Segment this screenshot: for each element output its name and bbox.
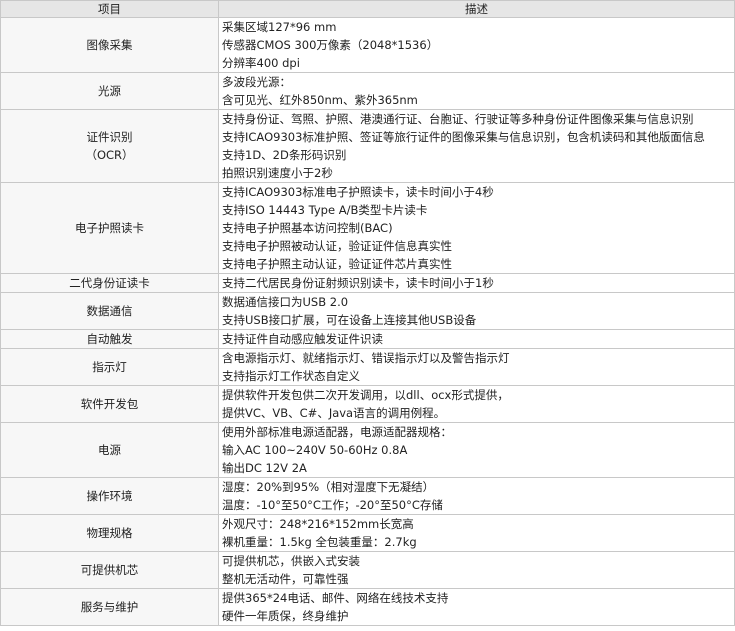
spec-item-label: 证件识别 xyxy=(86,130,133,144)
spec-row: 数据通信 数据通信接口为USB 2.0 支持USB接口扩展，可在设备上连接其他USB… xyxy=(0,292,735,330)
spec-item-label: 指示灯 xyxy=(92,360,127,374)
spec-desc-cell: 多波段光源： 含可见光、红外850nm、紫外365nm xyxy=(218,72,735,110)
spec-desc-line: 可提供机芯，供嵌入式安装 xyxy=(222,554,360,568)
spec-desc-line: 温度：-10°至50°C工作；-20°至50°C存储 xyxy=(222,498,443,512)
spec-row: 光源 多波段光源： 含可见光、红外850nm、紫外365nm xyxy=(0,72,735,110)
spec-desc-line: 硬件一年质保，终身维护 xyxy=(222,609,349,623)
spec-item-label: 服务与维护 xyxy=(80,600,139,614)
spec-desc-line: 采集区域127*96 mm xyxy=(222,20,337,34)
spec-row: 物理规格 外观尺寸：248*216*152mm长宽高 裸机重量：1.5kg 全包装重… xyxy=(0,514,735,552)
spec-item-cell: 证件识别 （OCR） xyxy=(0,109,219,183)
spec-item-cell: 操作环境 xyxy=(0,477,219,515)
spec-desc-cell: 支持身份证、驾照、护照、港澳通行证、台胞证、行驶证等多种身份证件图像采集与信息识… xyxy=(218,109,735,183)
spec-desc-line: 支持证件自动感应触发证件识读 xyxy=(222,332,383,346)
spec-desc-line: 提供365*24电话、邮件、网络在线技术支持 xyxy=(222,591,449,605)
spec-row: 电子护照读卡 支持ICAO9303标准电子护照读卡，读卡时间小于4秒 支持ISO 1… xyxy=(0,182,735,274)
spec-item-label: 物理规格 xyxy=(86,526,133,540)
spec-desc-line: 支持1D、2D条形码识别 xyxy=(222,148,347,162)
spec-desc-line: 含可见光、红外850nm、紫外365nm xyxy=(222,93,418,107)
spec-item-cell: 物理规格 xyxy=(0,514,219,552)
spec-row: 图像采集 采集区域127*96 mm 传感器CMOS 300万像素（2048*153… xyxy=(0,17,735,73)
spec-desc-cell: 湿度：20%到95%（相对湿度下无凝结） 温度：-10°至50°C工作；-20°至… xyxy=(218,477,735,515)
spec-item-cell: 可提供机芯 xyxy=(0,551,219,589)
spec-desc-line: 支持ICAO9303标准电子护照读卡，读卡时间小于4秒 xyxy=(222,185,494,199)
spec-item-cell: 服务与维护 xyxy=(0,588,219,626)
spec-item-label: 二代身份证读卡 xyxy=(69,276,150,290)
spec-item-cell: 自动触发 xyxy=(0,329,219,349)
spec-desc-cell: 提供软件开发包供二次开发调用，以dll、ocx形式提供， 提供VC、VB、C#、J… xyxy=(218,385,735,423)
spec-desc-cell: 外观尺寸：248*216*152mm长宽高 裸机重量：1.5kg 全包装重量：2.… xyxy=(218,514,735,552)
spec-desc-line: 支持身份证、驾照、护照、港澳通行证、台胞证、行驶证等多种身份证件图像采集与信息识… xyxy=(222,112,694,126)
spec-item-label: 自动触发 xyxy=(86,332,133,346)
spec-desc-line: 支持电子护照基本访问控制(BAC) xyxy=(222,221,393,235)
spec-desc-line: 裸机重量：1.5kg 全包装重量：2.7kg xyxy=(222,535,417,549)
spec-desc-line: 整机无活动件，可靠性强 xyxy=(222,572,349,586)
spec-desc-line: 输出DC 12V 2A xyxy=(222,461,307,475)
spec-desc-cell: 支持ICAO9303标准电子护照读卡，读卡时间小于4秒 支持ISO 14443 T… xyxy=(218,182,735,274)
spec-item-cell: 二代身份证读卡 xyxy=(0,273,219,293)
spec-desc-line: 支持电子护照主动认证，验证证件芯片真实性 xyxy=(222,257,452,271)
spec-row: 可提供机芯 可提供机芯，供嵌入式安装 整机无活动件，可靠性强 xyxy=(0,551,735,589)
spec-desc-cell: 含电源指示灯、就绪指示灯、错误指示灯以及警告指示灯 支持指示灯工作状态自定义 xyxy=(218,348,735,386)
spec-desc-line: 拍照识别速度小于2秒 xyxy=(222,166,333,180)
spec-desc-cell: 提供365*24电话、邮件、网络在线技术支持 硬件一年质保，终身维护 xyxy=(218,588,735,626)
header-item: 项目 xyxy=(0,0,219,18)
spec-row: 电源 使用外部标准电源适配器，电源适配器规格： 输入AC 100~240V 50-6… xyxy=(0,422,735,478)
spec-item-label: 软件开发包 xyxy=(80,397,139,411)
spec-desc-cell: 支持证件自动感应触发证件识读 xyxy=(218,329,735,349)
spec-item-cell: 图像采集 xyxy=(0,17,219,73)
spec-desc-cell: 可提供机芯，供嵌入式安装 整机无活动件，可靠性强 xyxy=(218,551,735,589)
spec-item-label: （OCR） xyxy=(85,148,134,162)
spec-desc-line: 使用外部标准电源适配器，电源适配器规格： xyxy=(222,425,452,439)
spec-desc-line: 支持指示灯工作状态自定义 xyxy=(222,369,360,383)
spec-desc-line: 外观尺寸：248*216*152mm长宽高 xyxy=(222,517,414,531)
spec-item-cell: 数据通信 xyxy=(0,292,219,330)
spec-item-label: 操作环境 xyxy=(86,489,133,503)
header-desc: 描述 xyxy=(218,0,735,18)
spec-item-label: 光源 xyxy=(98,84,121,98)
spec-desc-cell: 采集区域127*96 mm 传感器CMOS 300万像素（2048*1536） 分辨… xyxy=(218,17,735,73)
spec-desc-line: 提供软件开发包供二次开发调用，以dll、ocx形式提供， xyxy=(222,388,509,402)
spec-desc-line: 支持USB接口扩展，可在设备上连接其他USB设备 xyxy=(222,313,477,327)
spec-row: 证件识别 （OCR） 支持身份证、驾照、护照、港澳通行证、台胞证、行驶证等多种身份证… xyxy=(0,109,735,183)
spec-desc-line: 输入AC 100~240V 50-60Hz 0.8A xyxy=(222,443,408,457)
spec-desc-line: 支持ISO 14443 Type A/B类型卡片读卡 xyxy=(222,203,428,217)
spec-desc-cell: 使用外部标准电源适配器，电源适配器规格： 输入AC 100~240V 50-60H… xyxy=(218,422,735,478)
spec-desc-line: 支持二代居民身份证射频识别读卡，读卡时间小于1秒 xyxy=(222,276,494,290)
spec-desc-line: 多波段光源： xyxy=(222,75,291,89)
spec-item-cell: 指示灯 xyxy=(0,348,219,386)
spec-row: 操作环境 湿度：20%到95%（相对湿度下无凝结） 温度：-10°至50°C工作；-… xyxy=(0,477,735,515)
spec-item-label: 数据通信 xyxy=(86,304,133,318)
spec-item-cell: 软件开发包 xyxy=(0,385,219,423)
spec-desc-line: 数据通信接口为USB 2.0 xyxy=(222,295,349,309)
header-row: 项目 描述 xyxy=(0,0,735,18)
spec-desc-line: 传感器CMOS 300万像素（2048*1536） xyxy=(222,38,439,52)
spec-item-label: 图像采集 xyxy=(86,38,133,52)
spec-row: 服务与维护 提供365*24电话、邮件、网络在线技术支持 硬件一年质保，终身维护 xyxy=(0,588,735,626)
spec-body: 图像采集 采集区域127*96 mm 传感器CMOS 300万像素（2048*153… xyxy=(0,17,735,626)
spec-row: 软件开发包 提供软件开发包供二次开发调用，以dll、ocx形式提供， 提供VC、VB… xyxy=(0,385,735,423)
spec-desc-cell: 数据通信接口为USB 2.0 支持USB接口扩展，可在设备上连接其他USB设备 xyxy=(218,292,735,330)
spec-table: 项目 描述 图像采集 采集区域127*96 mm 传感器CMOS 300万像素（20… xyxy=(0,0,735,626)
spec-desc-line: 提供VC、VB、C#、Java语言的调用例程。 xyxy=(222,406,446,420)
spec-desc-line: 支持电子护照被动认证，验证证件信息真实性 xyxy=(222,239,452,253)
spec-row: 指示灯 含电源指示灯、就绪指示灯、错误指示灯以及警告指示灯 支持指示灯工作状态自定义 xyxy=(0,348,735,386)
spec-desc-line: 支持ICAO9303标准护照、签证等旅行证件的图像采集与信息识别，包含机读码和其… xyxy=(222,130,705,144)
spec-item-label: 电源 xyxy=(98,443,121,457)
spec-desc-line: 含电源指示灯、就绪指示灯、错误指示灯以及警告指示灯 xyxy=(222,351,510,365)
spec-desc-cell: 支持二代居民身份证射频识别读卡，读卡时间小于1秒 xyxy=(218,273,735,293)
spec-item-cell: 光源 xyxy=(0,72,219,110)
spec-row: 自动触发 支持证件自动感应触发证件识读 xyxy=(0,329,735,349)
spec-item-cell: 电子护照读卡 xyxy=(0,182,219,274)
spec-row: 二代身份证读卡 支持二代居民身份证射频识别读卡，读卡时间小于1秒 xyxy=(0,273,735,293)
spec-item-label: 电子护照读卡 xyxy=(75,221,144,235)
spec-desc-line: 分辨率400 dpi xyxy=(222,56,300,70)
spec-item-cell: 电源 xyxy=(0,422,219,478)
spec-desc-line: 湿度：20%到95%（相对湿度下无凝结） xyxy=(222,480,435,494)
spec-item-label: 可提供机芯 xyxy=(80,563,139,577)
